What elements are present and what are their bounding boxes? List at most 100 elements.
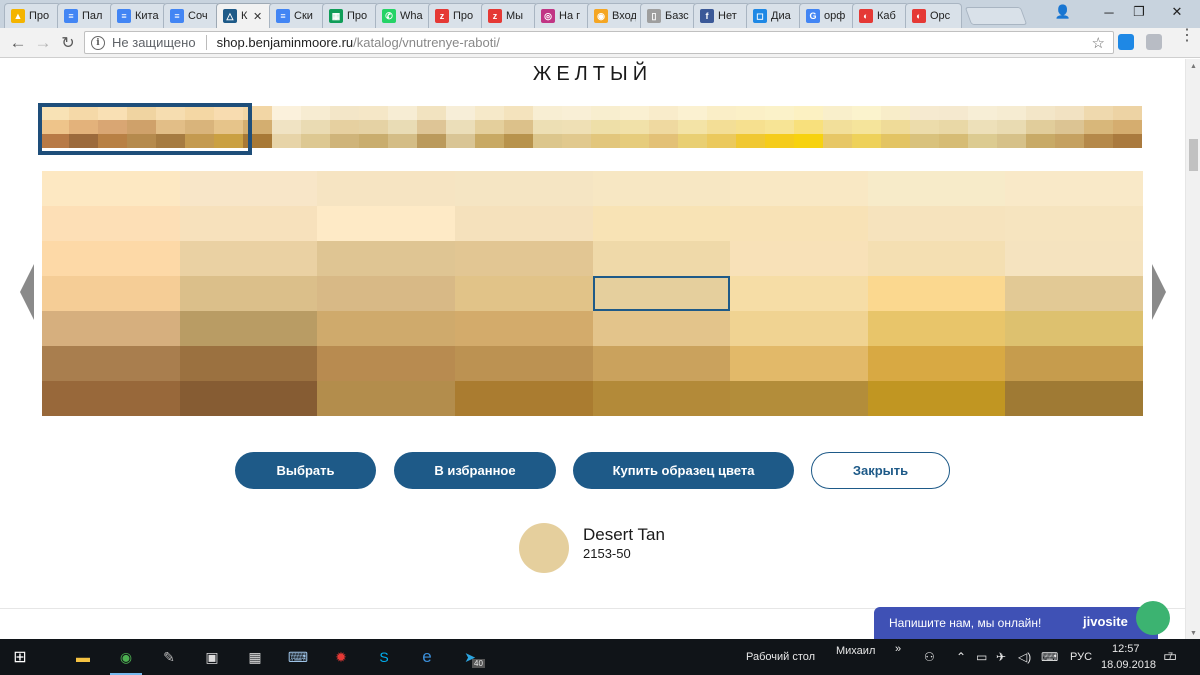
info-icon[interactable]: i [91, 35, 105, 50]
color-cell[interactable] [42, 381, 180, 416]
color-cell[interactable] [1005, 171, 1143, 206]
menu-icon[interactable]: ⋮ [1179, 28, 1195, 44]
strip-column[interactable] [272, 106, 301, 148]
color-cell[interactable] [42, 276, 180, 311]
strip-column[interactable] [620, 106, 649, 148]
color-cell[interactable] [42, 311, 180, 346]
color-cell[interactable] [867, 241, 1006, 276]
control-panel-icon[interactable]: ✎ [158, 647, 180, 667]
color-cell[interactable] [592, 381, 731, 416]
color-cell[interactable] [1005, 276, 1143, 311]
strip-column[interactable] [359, 106, 388, 148]
calculator-icon[interactable]: ▦ [244, 647, 266, 667]
select-button[interactable]: Выбрать [235, 452, 376, 489]
strip-column[interactable] [707, 106, 736, 148]
forward-icon[interactable]: → [33, 33, 53, 53]
strip-column[interactable] [504, 106, 533, 148]
strip-column[interactable] [417, 106, 446, 148]
color-cell[interactable] [42, 346, 180, 381]
color-cell[interactable] [317, 276, 455, 311]
store-icon[interactable]: ▣ [201, 647, 223, 667]
desktop-toolbar-label[interactable]: Рабочий стол [746, 651, 815, 663]
edge-icon[interactable]: e [416, 647, 438, 667]
strip-column[interactable] [649, 106, 678, 148]
battery-icon[interactable]: ▭ [976, 650, 987, 664]
strip-column[interactable] [881, 106, 910, 148]
color-cell[interactable] [730, 346, 868, 381]
color-cell[interactable] [179, 171, 318, 206]
color-cell[interactable] [730, 206, 868, 241]
color-cell[interactable] [179, 346, 318, 381]
user-profile-icon[interactable]: 👤 [1040, 0, 1086, 24]
color-cell[interactable] [592, 241, 731, 276]
strip-column[interactable] [330, 106, 359, 148]
new-tab-button[interactable] [964, 7, 1028, 25]
color-cell[interactable] [867, 346, 1006, 381]
color-cell[interactable] [867, 206, 1006, 241]
strip-column[interactable] [997, 106, 1026, 148]
strip-column[interactable] [446, 106, 475, 148]
strip-column[interactable] [678, 106, 707, 148]
browser-tab[interactable]: ▦ Про [322, 3, 379, 28]
language-indicator[interactable]: РУС [1070, 651, 1092, 663]
color-cell[interactable] [317, 381, 455, 416]
clock-date[interactable]: 18.09.2018 [1101, 659, 1156, 671]
file-explorer-icon[interactable]: ▬ [72, 647, 94, 667]
color-cell[interactable] [730, 276, 868, 311]
color-cell[interactable] [454, 311, 593, 346]
color-cell[interactable] [317, 311, 455, 346]
strip-column[interactable] [388, 106, 417, 148]
color-cell[interactable] [179, 241, 318, 276]
browser-tab[interactable]: ≡ Соч [163, 3, 220, 28]
color-cell[interactable] [730, 311, 868, 346]
color-cell[interactable] [42, 206, 180, 241]
bookmark-star-icon[interactable]: ☆ [1092, 34, 1105, 52]
color-cell[interactable] [592, 276, 731, 311]
strip-column[interactable] [591, 106, 620, 148]
strip-column[interactable] [939, 106, 968, 148]
color-cell[interactable] [1005, 311, 1143, 346]
close-button[interactable]: Закрыть [811, 452, 950, 489]
back-icon[interactable]: ← [8, 33, 28, 53]
strip-column[interactable] [1055, 106, 1084, 148]
color-cell[interactable] [592, 346, 731, 381]
color-cell[interactable] [1005, 206, 1143, 241]
color-cell[interactable] [179, 206, 318, 241]
browser-tab[interactable]: ≡ Кита [110, 3, 167, 28]
color-cell[interactable] [454, 276, 593, 311]
scroll-thumb[interactable] [1189, 139, 1198, 171]
color-cell[interactable] [317, 241, 455, 276]
strip-column[interactable] [301, 106, 330, 148]
browser-tab[interactable]: ✆ Wha [375, 3, 432, 28]
windows-start-icon[interactable]: ⊞ [9, 647, 31, 667]
strip-column[interactable] [765, 106, 794, 148]
color-cell[interactable] [730, 241, 868, 276]
close-tab-icon[interactable]: ✕ [253, 10, 262, 23]
browser-tab[interactable]: △ К ✕ [216, 3, 273, 28]
user-toolbar-label[interactable]: Михаил [836, 645, 875, 657]
color-cell[interactable] [179, 311, 318, 346]
browser-tab[interactable]: z Про [428, 3, 485, 28]
buy-sample-button[interactable]: Купить образец цвета [573, 452, 794, 489]
translate-extension-icon[interactable] [1118, 34, 1134, 50]
browser-tab[interactable]: ≡ Пал [57, 3, 114, 28]
color-cell[interactable] [592, 171, 731, 206]
strip-column[interactable] [823, 106, 852, 148]
browser-tab[interactable]: f Нет [693, 3, 750, 28]
extension-icon[interactable] [1146, 34, 1162, 50]
strip-column[interactable] [968, 106, 997, 148]
clock-time[interactable]: 12:57 [1112, 643, 1140, 655]
color-cell[interactable] [454, 241, 593, 276]
color-cell[interactable] [592, 206, 731, 241]
tray-chevron-icon[interactable]: ⌃ [956, 650, 966, 664]
color-cell[interactable] [1005, 346, 1143, 381]
color-cell[interactable] [179, 381, 318, 416]
browser-tab[interactable]: z Мы [481, 3, 538, 28]
color-cell[interactable] [867, 276, 1006, 311]
browser-tab[interactable]: ◐ Орс [905, 3, 962, 28]
browser-tab[interactable]: Gорф [799, 3, 856, 28]
network-app-icon[interactable]: ⌨ [287, 647, 309, 667]
color-cell[interactable] [592, 311, 731, 346]
prev-arrow-icon[interactable] [20, 264, 34, 320]
color-cell[interactable] [454, 346, 593, 381]
